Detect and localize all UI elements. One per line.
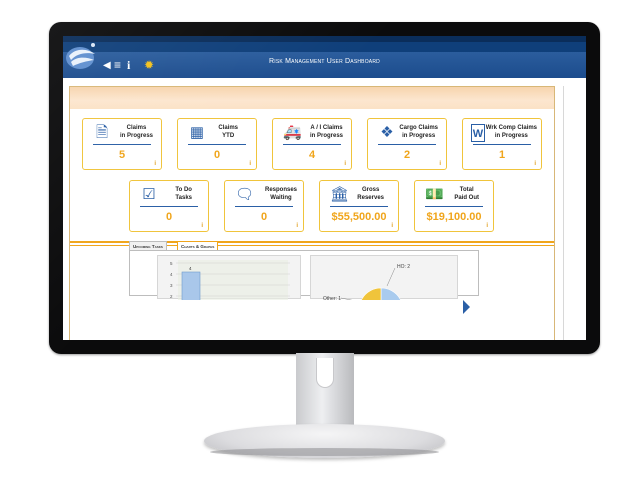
chat-bubble-icon: 🗨 [235,186,255,203]
y-tick-label: 2 [170,294,173,299]
tile-value: 2 [403,149,411,161]
tile-label: Claims in Progress [119,125,153,139]
tile-wrk-comp-claims-in-progress[interactable]: W Wrk Comp Claims in Progress 1 i [462,118,542,170]
info-icon[interactable]: i [249,161,251,167]
tile-value: $19,100.00 [426,211,482,223]
screen: ◀ ≡ i ✹ Risk Management User Dashboard 🗎… [63,36,586,340]
header-top-strip [63,36,586,42]
tile-to-do-tasks[interactable]: ☑ To Do Tasks 0 i [129,180,209,232]
ambulance-icon: 🚑 [283,124,302,141]
tile-value: 0 [213,149,221,161]
monitor-stand-base-edge [210,448,439,456]
tile-divider [93,144,151,145]
tile-value: 1 [498,149,506,161]
tile-label: Wrk Comp Claims in Progress [485,125,537,139]
word-doc-icon: W [471,124,485,142]
cargo-boxes-icon: ❖ [380,124,394,141]
tile-gross-reserves[interactable]: 🏛 Gross Reserves $55,500.00 i [319,180,399,232]
tile-total-paid-out[interactable]: 💵 Total Paid Out $19,100.00 i [414,180,494,232]
bar-chart-card: 543241 [157,255,301,317]
charts-panel: 543241 HO: 2Other: 1 [129,250,479,333]
info-icon[interactable]: i [201,223,203,229]
tile-value: 0 [165,211,173,223]
tile-divider [425,206,483,207]
tile-cargo-claims-in-progress[interactable]: ❖ Cargo Claims in Progress 2 i [367,118,447,170]
app-header: ◀ ≡ i ✹ Risk Management User Dashboard [63,36,586,78]
banner [70,87,554,109]
tile-divider [140,206,198,207]
cash-icon: 💵 [425,186,444,203]
tile-value: 5 [118,149,126,161]
next-chart-arrow-icon[interactable] [463,300,470,314]
y-tick-label: 4 [170,272,173,277]
tile-value: $55,500.00 [331,211,387,223]
tile-label: Cargo Claims in Progress [399,125,438,139]
pie-slice [358,287,382,322]
header-bar [63,52,586,78]
tile-label: A / I Claims in Progress [309,125,343,139]
monitor-bezel: ◀ ≡ i ✹ Risk Management User Dashboard 🗎… [49,22,600,354]
info-icon[interactable]: i [296,223,298,229]
tile-divider [235,206,293,207]
page-title: Risk Management User Dashboard [269,58,380,65]
checkbox-icon: ☑ [142,186,156,203]
info-icon[interactable]: i [534,161,536,167]
tile-divider [330,206,388,207]
tile-value: 4 [308,149,316,161]
tile-value: 0 [260,211,268,223]
dashboard-content: 🗎 Claims in Progress 5 i ▦ Claims YTD 0 i … [69,86,555,340]
tile-divider [283,144,341,145]
cable-hole [316,358,334,388]
leader-line [386,267,396,287]
calendar-icon: ▦ [189,124,205,141]
info-icon[interactable]: i [391,223,393,229]
info-icon[interactable]: i [439,161,441,167]
info-icon[interactable]: i [154,161,156,167]
bar-chart: 543241 [170,260,290,317]
tile-claims-in-progress[interactable]: 🗎 Claims in Progress 5 i [82,118,162,170]
document-icon: 🗎 [95,124,109,141]
tile-ai-claims-in-progress[interactable]: 🚑 A / I Claims in Progress 4 i [272,118,352,170]
tile-divider [473,144,531,145]
tile-label: Responses Waiting [264,187,297,201]
info-icon[interactable]: i [486,223,488,229]
tile-label: Gross Reserves [357,187,384,201]
pie-data-label: Other: 1 [323,296,341,300]
pie-chart-card: HO: 2 Other: 1 [310,255,458,333]
pie-chart: HO: 2 Other: 1 [323,264,410,333]
tile-label: Total Paid Out [454,187,479,201]
company-logo-icon [66,43,95,69]
tile-divider [378,144,436,145]
scrollbar[interactable] [563,86,571,340]
pie-data-label: HO: 2 [397,264,410,270]
bank-icon: 🏛 [330,186,350,203]
leader-line [340,297,362,303]
tile-label: To Do Tasks [175,187,192,201]
info-icon[interactable]: i [344,161,346,167]
tile-responses-waiting[interactable]: 🗨 Responses Waiting 0 i [224,180,304,232]
y-tick-label: 3 [170,283,173,288]
tile-claims-ytd[interactable]: ▦ Claims YTD 0 i [177,118,257,170]
tile-label: Claims YTD [218,125,238,139]
tile-divider [188,144,246,145]
bar [181,271,201,317]
y-tick-label: 5 [170,261,173,266]
